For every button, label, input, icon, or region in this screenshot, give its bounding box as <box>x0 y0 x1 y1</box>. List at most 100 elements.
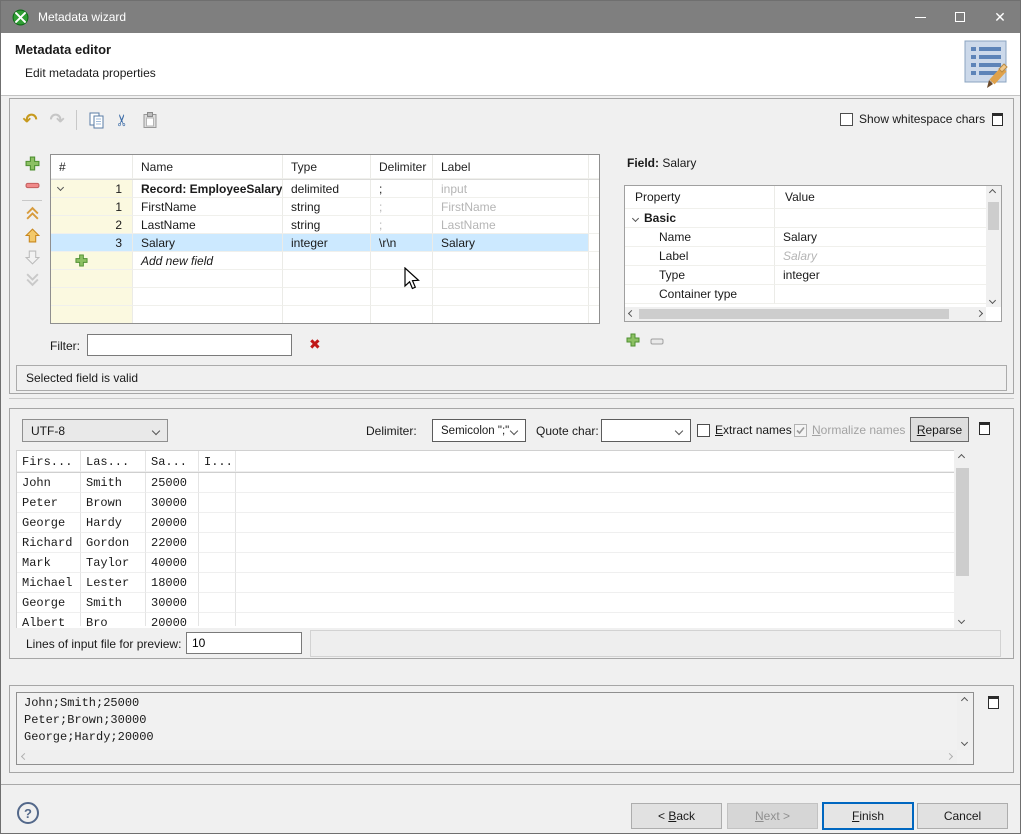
quote-char-select[interactable] <box>601 419 691 442</box>
field-label-cell[interactable]: FirstName <box>433 198 589 216</box>
col-header-name[interactable]: Name <box>133 155 283 179</box>
copy-button[interactable] <box>84 108 108 132</box>
col-header-delimiter[interactable]: Delimiter <box>371 155 433 179</box>
field-row[interactable]: 1FirstNamestring;FirstName <box>51 198 599 216</box>
field-number-cell[interactable]: 2 <box>51 216 133 234</box>
chevron-down-icon[interactable] <box>57 184 64 191</box>
col-header-value[interactable]: Value <box>775 186 986 209</box>
remove-property-button[interactable] <box>650 335 664 349</box>
titlebar[interactable]: Metadata wizard ✕ <box>1 1 1020 33</box>
field-type-cell[interactable]: string <box>283 198 371 216</box>
scrollbar-thumb[interactable] <box>988 202 999 230</box>
maximize-view-icon[interactable] <box>992 113 1003 126</box>
minimize-button[interactable] <box>900 1 940 33</box>
col-header-label[interactable]: Label <box>433 155 589 179</box>
scroll-left-icon[interactable] <box>628 310 635 317</box>
property-name-cell[interactable]: Label <box>625 247 775 266</box>
preview-col-header[interactable]: Firs... <box>17 451 81 472</box>
preview-col-header[interactable]: Sa... <box>146 451 199 472</box>
property-value-cell[interactable]: Salary <box>775 228 986 247</box>
col-header-type[interactable]: Type <box>283 155 371 179</box>
field-delimiter-cell[interactable]: \r\n <box>371 234 433 252</box>
normalize-names-checkbox[interactable] <box>794 424 807 437</box>
record-name-cell[interactable]: Record: EmployeeSalary <box>133 180 283 198</box>
scroll-right-icon[interactable] <box>946 753 953 760</box>
field-type-cell[interactable]: integer <box>283 234 371 252</box>
property-row[interactable]: Typeinteger <box>625 266 986 285</box>
field-name-cell[interactable]: FirstName <box>133 198 283 216</box>
delimiter-select[interactable]: Semicolon ";" <box>432 419 526 442</box>
reparse-button[interactable]: Reparse <box>910 417 969 442</box>
field-delimiter-cell[interactable]: ; <box>371 216 433 234</box>
raw-horizontal-scrollbar[interactable] <box>17 750 957 764</box>
property-row[interactable]: Container type <box>625 285 986 304</box>
col-header-property[interactable]: Property <box>625 186 775 209</box>
scroll-left-icon[interactable] <box>21 753 28 760</box>
move-top-button[interactable] <box>22 204 42 222</box>
redo-button[interactable]: ↷ <box>45 108 69 132</box>
preview-col-header[interactable]: Las... <box>81 451 146 472</box>
cancel-button[interactable]: Cancel <box>917 803 1008 829</box>
splitter[interactable] <box>9 398 1014 406</box>
maximize-button[interactable] <box>940 1 980 33</box>
add-field-row[interactable]: Add new field <box>51 252 599 270</box>
scrollbar-thumb[interactable] <box>956 468 969 576</box>
scroll-down-icon[interactable] <box>989 297 996 304</box>
field-label-cell[interactable]: LastName <box>433 216 589 234</box>
empty-row[interactable] <box>51 288 599 306</box>
property-value-cell[interactable]: integer <box>775 266 986 285</box>
scroll-up-icon[interactable] <box>958 454 965 461</box>
close-button[interactable]: ✕ <box>980 1 1020 33</box>
add-field-label-cell[interactable]: Add new field <box>133 252 283 270</box>
move-down-button[interactable] <box>22 248 42 266</box>
property-name-cell[interactable]: Container type <box>625 285 775 304</box>
move-up-button[interactable] <box>22 226 42 244</box>
scroll-right-icon[interactable] <box>976 310 983 317</box>
scroll-up-icon[interactable] <box>961 697 968 704</box>
preview-vertical-scrollbar[interactable] <box>954 450 971 628</box>
add-property-button[interactable] <box>626 333 640 350</box>
finish-button[interactable]: Finish <box>822 802 914 830</box>
record-delimiter-cell[interactable]: ; <box>371 180 433 198</box>
scrollbar-thumb[interactable] <box>639 309 949 319</box>
preview-col-header[interactable]: I... <box>199 451 236 472</box>
field-delimiter-cell[interactable]: ; <box>371 198 433 216</box>
back-button[interactable]: < Back <box>631 803 722 829</box>
property-horizontal-scrollbar[interactable] <box>625 307 986 321</box>
field-row[interactable]: 2LastNamestring;LastName <box>51 216 599 234</box>
field-name-cell[interactable]: Salary <box>133 234 283 252</box>
scroll-up-icon[interactable] <box>989 189 996 196</box>
record-number-cell[interactable]: 1 <box>51 180 133 198</box>
paste-button[interactable] <box>138 108 162 132</box>
property-row[interactable]: NameSalary <box>625 228 986 247</box>
scroll-down-icon[interactable] <box>961 739 968 746</box>
record-type-cell[interactable]: delimited <box>283 180 371 198</box>
raw-vertical-scrollbar[interactable] <box>957 693 973 750</box>
raw-text-area[interactable]: John;Smith;25000Peter;Brown;30000George;… <box>16 692 974 765</box>
next-button[interactable]: Next > <box>727 803 818 829</box>
clear-filter-button[interactable]: ✖ <box>309 336 321 353</box>
maximize-view-icon[interactable] <box>979 422 990 435</box>
lines-preview-input[interactable] <box>186 632 302 654</box>
undo-button[interactable]: ↶ <box>18 108 42 132</box>
field-type-cell[interactable]: string <box>283 216 371 234</box>
property-vertical-scrollbar[interactable] <box>986 186 1001 307</box>
filter-input[interactable] <box>87 334 292 356</box>
add-field-cell[interactable] <box>51 252 133 270</box>
property-value-cell[interactable] <box>775 285 986 304</box>
plus-icon[interactable] <box>75 254 88 270</box>
help-button[interactable]: ? <box>17 802 39 824</box>
cut-button[interactable]: ✂ <box>111 108 135 132</box>
property-row[interactable]: LabelSalary <box>625 247 986 266</box>
property-value-cell[interactable]: Salary <box>775 247 986 266</box>
scroll-down-icon[interactable] <box>958 617 965 624</box>
record-row[interactable]: 1Record: EmployeeSalarydelimited;input <box>51 180 599 198</box>
field-number-cell[interactable]: 1 <box>51 198 133 216</box>
record-label-cell[interactable]: input <box>433 180 589 198</box>
extract-names-checkbox[interactable] <box>697 424 710 437</box>
col-header-num[interactable]: # <box>51 155 133 179</box>
encoding-select[interactable]: UTF-8 <box>22 419 168 442</box>
show-whitespace-checkbox[interactable] <box>840 113 853 126</box>
field-name-cell[interactable]: LastName <box>133 216 283 234</box>
empty-row[interactable] <box>51 270 599 288</box>
